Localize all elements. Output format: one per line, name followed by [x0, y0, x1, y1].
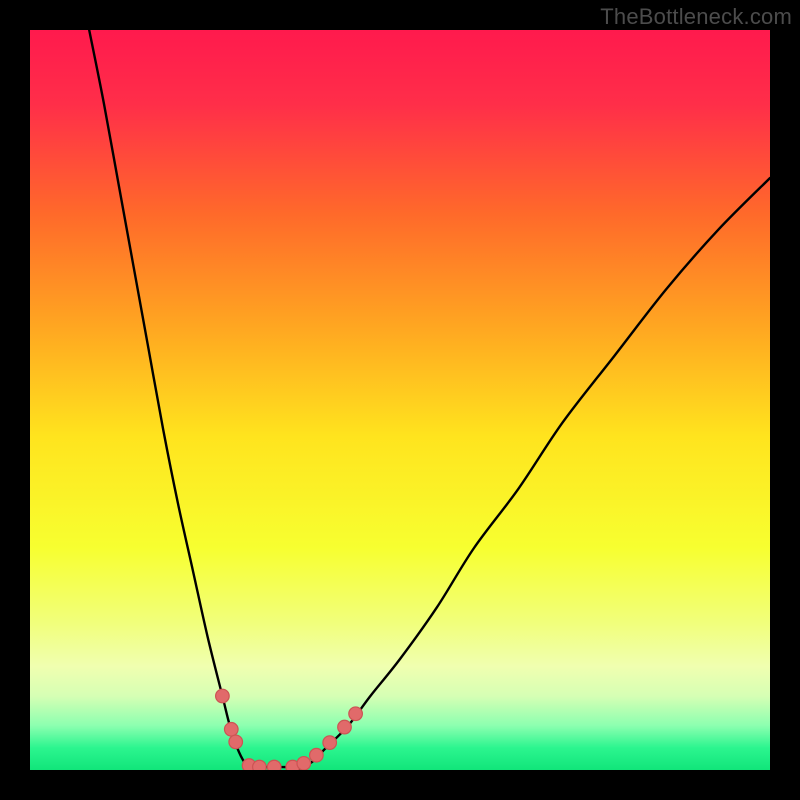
marker-dot [323, 736, 337, 750]
marker-dot [253, 760, 267, 770]
marker-dot [349, 707, 363, 721]
watermark-text: TheBottleneck.com [600, 4, 792, 30]
marker-dot [267, 760, 281, 770]
marker-dot [229, 735, 243, 749]
marker-dot [310, 748, 324, 762]
marker-dot [216, 689, 230, 703]
marker-dot [224, 723, 238, 737]
bottleneck-chart [30, 30, 770, 770]
marker-dot [338, 720, 352, 734]
chart-frame: TheBottleneck.com [0, 0, 800, 800]
marker-dot [297, 757, 311, 770]
